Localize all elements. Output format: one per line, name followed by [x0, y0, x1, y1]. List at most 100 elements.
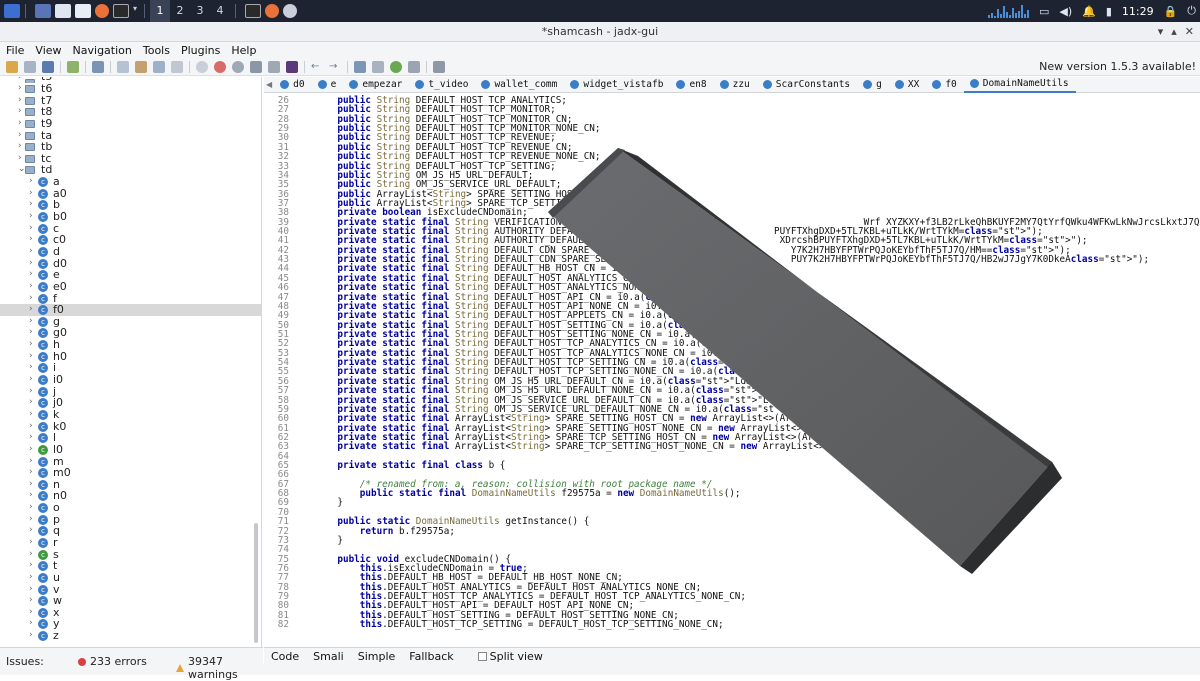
tree-class-c0[interactable]: › c c0 — [0, 234, 261, 246]
tab-zzu[interactable]: zzu — [714, 77, 757, 93]
firefox-icon[interactable] — [95, 4, 109, 18]
home-icon[interactable] — [250, 60, 262, 73]
terminal-icon[interactable] — [113, 4, 129, 18]
tabs-scroll-left-icon[interactable]: ◀ — [264, 80, 274, 89]
tree-class-a[interactable]: › c a — [0, 176, 261, 188]
smali-icon[interactable] — [286, 60, 298, 73]
tree-icon[interactable] — [135, 60, 147, 73]
tree-package-t7[interactable]: › t7 — [0, 94, 261, 107]
format-icon[interactable] — [171, 60, 183, 73]
tree-class-j0[interactable]: › c j0 — [0, 397, 261, 409]
menu-file[interactable]: File — [6, 44, 24, 57]
tree-package-t9[interactable]: › t9 — [0, 118, 261, 130]
lock-icon[interactable]: 🔒 — [1164, 5, 1178, 18]
tree-package-ta[interactable]: › ta — [0, 129, 261, 142]
view-tab-simple[interactable]: Simple — [358, 650, 396, 663]
close-icon[interactable]: ✕ — [1185, 25, 1194, 38]
folder-icon[interactable] — [75, 4, 91, 18]
tree-class-v[interactable]: › c v — [0, 583, 261, 596]
tree-class-n0[interactable]: › c n0 — [0, 490, 261, 502]
clock[interactable]: 11:29 — [1122, 5, 1154, 18]
forward-icon[interactable]: → — [329, 61, 341, 73]
tree-scrollbar[interactable] — [254, 523, 258, 643]
menu-help[interactable]: Help — [231, 44, 256, 57]
save-icon[interactable] — [42, 60, 54, 73]
tree-class-k[interactable]: › c k — [0, 409, 261, 421]
tree-class-a0[interactable]: › c a0 — [0, 188, 261, 200]
structure-icon[interactable] — [153, 60, 165, 73]
tree-class-m0[interactable]: › c m0 — [0, 467, 261, 479]
tab-e[interactable]: e — [312, 77, 344, 93]
battery-icon[interactable]: ▮ — [1106, 5, 1112, 18]
view-tab-fallback[interactable]: Fallback — [409, 650, 453, 663]
volume-icon[interactable]: ◀) — [1059, 5, 1072, 18]
tree-class-r[interactable]: › c r — [0, 537, 261, 549]
terminal-window-icon[interactable] — [245, 4, 261, 18]
view-tab-code[interactable]: Code — [271, 650, 299, 663]
split-view-toggle[interactable]: Split view — [477, 650, 543, 663]
tree-class-i0[interactable]: › c i0 — [0, 374, 261, 386]
bug-icon[interactable] — [390, 60, 402, 73]
tab-widget-vistafb[interactable]: widget_vistafb — [564, 77, 670, 93]
tree-class-u[interactable]: › c u — [0, 572, 261, 584]
flatten-icon[interactable] — [117, 60, 129, 73]
tree-class-k0[interactable]: › c k0 — [0, 420, 261, 433]
tree-class-h[interactable]: › c h — [0, 339, 261, 351]
find-usage-icon[interactable] — [232, 60, 244, 73]
tab-d0[interactable]: d0 — [274, 77, 311, 93]
tree-class-y[interactable]: › c y — [0, 618, 261, 630]
tree-class-z[interactable]: › c z — [0, 630, 261, 642]
tree-package-t6[interactable]: › t6 — [0, 83, 261, 95]
file-manager-icon[interactable] — [55, 4, 71, 18]
tab-g[interactable]: g — [857, 77, 889, 93]
workspace-3[interactable]: 3 — [190, 0, 210, 22]
menu-view[interactable]: View — [35, 44, 61, 57]
split-view-checkbox[interactable] — [477, 652, 487, 661]
tree-package-tb[interactable]: › tb — [0, 141, 261, 153]
menu-navigation[interactable]: Navigation — [73, 44, 132, 57]
menu-tools[interactable]: Tools — [143, 44, 170, 57]
screen-icon[interactable]: ▭ — [1039, 5, 1049, 18]
power-icon[interactable]: ⏻ — [1187, 4, 1196, 18]
open-icon[interactable] — [6, 60, 18, 73]
tree-class-q[interactable]: › c q — [0, 525, 261, 537]
tree-class-d0[interactable]: › c d0 — [0, 257, 261, 270]
tree-class-j[interactable]: › c j — [0, 385, 261, 398]
tree-class-i[interactable]: › c i — [0, 362, 261, 374]
tree-package-t8[interactable]: › t8 — [0, 106, 261, 118]
quark-icon[interactable] — [354, 60, 366, 73]
update-notice[interactable]: New version 1.5.3 available! — [1039, 60, 1196, 73]
tree-class-g[interactable]: › c g — [0, 316, 261, 328]
tree-class-o[interactable]: › c o — [0, 502, 261, 514]
tree-class-l[interactable]: › c l — [0, 432, 261, 444]
tree-class-m[interactable]: › c m — [0, 455, 261, 468]
jadx-window-icon[interactable] — [283, 4, 297, 18]
tab-en8[interactable]: en8 — [670, 77, 713, 93]
warnings-indicator[interactable]: 39347 warnings — [176, 655, 263, 681]
tree-class-e0[interactable]: › c e0 — [0, 281, 261, 293]
workspace-2[interactable]: 2 — [170, 0, 190, 22]
tree-class-e[interactable]: › c e — [0, 269, 261, 281]
preferences-icon[interactable] — [433, 60, 445, 73]
tree-class-p[interactable]: › c p — [0, 514, 261, 526]
maximize-icon[interactable]: ▴ — [1171, 25, 1177, 38]
app-launcher-icon[interactable] — [4, 4, 20, 18]
sync-icon[interactable] — [67, 60, 79, 73]
workspace-1[interactable]: 1 — [150, 0, 170, 22]
dropdown-icon[interactable]: ▾ — [133, 4, 139, 18]
errors-indicator[interactable]: 233 errors — [78, 655, 147, 668]
tree-class-b[interactable]: › c b — [0, 199, 261, 211]
tab-domainnameutils[interactable]: DomainNameUtils — [963, 77, 1076, 93]
tab-wallet-comm[interactable]: wallet_comm — [475, 77, 564, 93]
tree-package-td[interactable]: ⌄ td — [0, 164, 261, 176]
firefox-window-icon[interactable] — [265, 4, 279, 18]
tree-package-tc[interactable]: › tc — [0, 153, 261, 165]
tree-class-h0[interactable]: › c h0 — [0, 351, 261, 363]
minimize-icon[interactable]: ▾ — [1158, 25, 1164, 38]
tab-scarconstants[interactable]: ScarConstants — [757, 77, 857, 93]
view-tab-smali[interactable]: Smali — [313, 650, 344, 663]
find-class-icon[interactable] — [214, 60, 226, 73]
tree-class-x[interactable]: › c x — [0, 607, 261, 619]
tree-class-l0[interactable]: › c l0 — [0, 444, 261, 456]
tab-f0[interactable]: f0 — [926, 77, 963, 93]
